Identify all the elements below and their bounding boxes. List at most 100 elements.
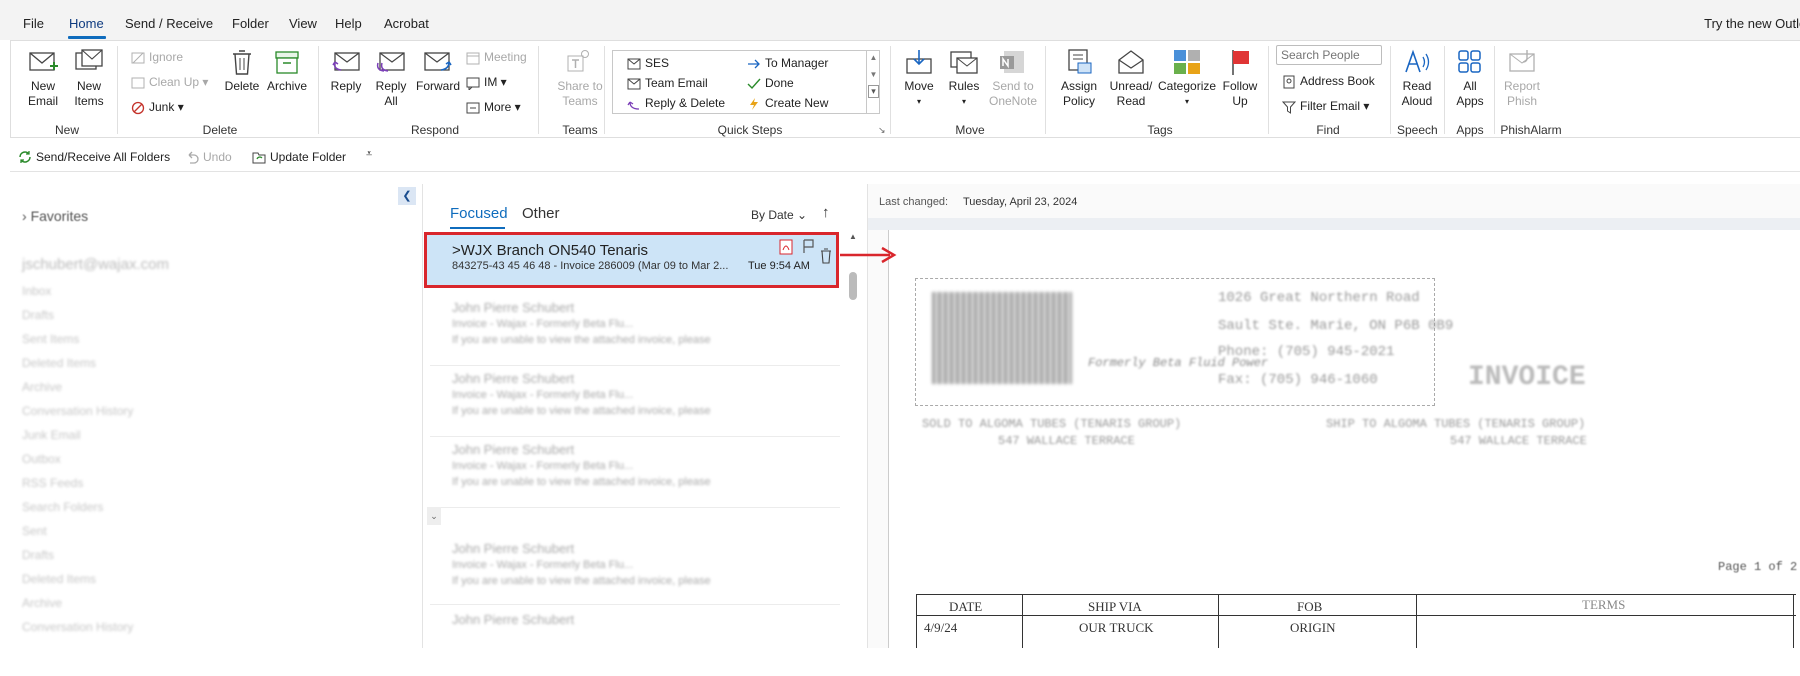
expand-gallery-icon[interactable]: ▾ bbox=[868, 85, 879, 98]
junk-label: Junk bbox=[149, 100, 175, 114]
search-people-input[interactable] bbox=[1276, 45, 1382, 65]
categorize-button[interactable]: Categorize ▾ bbox=[1158, 48, 1216, 109]
report-phish-button[interactable]: Report Phish bbox=[1500, 48, 1544, 109]
menu-home[interactable]: Home bbox=[69, 16, 104, 31]
delete-message-icon[interactable] bbox=[820, 248, 832, 269]
list-item[interactable]: John Pierre Schubert Invoice - Wajax - F… bbox=[430, 535, 840, 605]
chevron-down-icon: ▾ bbox=[916, 97, 921, 106]
send-receive-all-button[interactable]: Send/Receive All Folders bbox=[18, 150, 170, 164]
address-book-button[interactable]: Address Book bbox=[1282, 74, 1375, 89]
folder-item[interactable]: Drafts bbox=[22, 308, 54, 322]
account-header[interactable]: jschubert@wajax.com bbox=[22, 256, 169, 273]
share-to-teams-label: Share to Teams bbox=[557, 79, 603, 108]
update-folder-button[interactable]: Update Folder bbox=[252, 150, 346, 164]
list-item[interactable]: John Pierre Schubert Invoice - Wajax - F… bbox=[430, 438, 840, 508]
sort-by-date-dropdown[interactable]: By Date ⌄ bbox=[751, 208, 807, 222]
quick-step-reply-delete[interactable]: Reply & Delete bbox=[627, 96, 725, 110]
tab-focused[interactable]: Focused bbox=[450, 205, 508, 222]
folder-item[interactable]: Sent bbox=[22, 524, 47, 538]
scrollbar-thumb[interactable] bbox=[849, 272, 857, 300]
quick-step-ses[interactable]: SES bbox=[627, 56, 669, 70]
dialog-launcher-icon[interactable]: ↘ bbox=[878, 125, 886, 136]
table-cell-fob: ORIGIN bbox=[1290, 620, 1336, 635]
more-icon bbox=[466, 102, 480, 114]
quick-step-label: Done bbox=[765, 76, 794, 90]
reply-button[interactable]: Reply bbox=[326, 48, 366, 94]
quick-steps-scroll[interactable]: ▲ ▼ ▾ bbox=[866, 50, 880, 114]
im-button[interactable]: IM ▾ bbox=[466, 75, 507, 92]
group-label-quick-steps: Quick Steps bbox=[717, 123, 783, 137]
menu-send-receive[interactable]: Send / Receive bbox=[125, 16, 213, 31]
assign-policy-button[interactable]: Assign Policy bbox=[1052, 48, 1106, 109]
clean-up-button[interactable]: Clean Up ▾ bbox=[131, 75, 208, 90]
move-button[interactable]: Move ▾ bbox=[898, 48, 940, 109]
folder-item[interactable]: RSS Feeds bbox=[22, 476, 83, 490]
list-item[interactable]: John Pierre Schubert bbox=[430, 606, 840, 676]
invoice-fax: Fax: (705) 946-1060 bbox=[1218, 372, 1378, 388]
folder-item[interactable]: Search Folders bbox=[22, 500, 103, 514]
folder-item[interactable]: Drafts bbox=[22, 548, 54, 562]
rules-button[interactable]: Rules ▾ bbox=[944, 48, 984, 109]
archive-button[interactable]: Archive bbox=[265, 48, 309, 94]
filter-email-button[interactable]: Filter Email ▾ bbox=[1281, 99, 1369, 114]
invoice-ship-to: SHIP TO ALGOMA TUBES (TENARIS GROUP) bbox=[1326, 417, 1586, 431]
more-respond-button[interactable]: More ▾ bbox=[466, 100, 521, 115]
menu-folder[interactable]: Folder bbox=[232, 16, 269, 31]
folder-item[interactable]: Junk Email bbox=[22, 428, 81, 442]
new-items-button[interactable]: New Items bbox=[68, 48, 110, 109]
table-header-date: DATE bbox=[949, 599, 983, 614]
list-item[interactable]: John Pierre Schubert Invoice - Wajax - F… bbox=[430, 367, 840, 437]
follow-up-button[interactable]: Follow Up bbox=[1218, 48, 1262, 109]
share-to-teams-button[interactable]: Share to Teams bbox=[550, 48, 610, 109]
folder-item[interactable]: Deleted Items bbox=[22, 572, 96, 586]
sync-icon bbox=[19, 151, 31, 163]
menu-help[interactable]: Help bbox=[335, 16, 362, 31]
menu-acrobat[interactable]: Acrobat bbox=[384, 16, 429, 31]
unread-read-button[interactable]: Unread/ Read bbox=[1108, 48, 1154, 109]
message-sender: John Pierre Schubert bbox=[452, 300, 575, 315]
ignore-button[interactable]: Ignore bbox=[131, 50, 183, 65]
collapse-folder-pane-icon[interactable]: ❮ bbox=[398, 187, 416, 205]
folder-item[interactable]: Inbox bbox=[22, 284, 51, 298]
group-separator bbox=[318, 46, 319, 134]
tab-other[interactable]: Other bbox=[522, 205, 560, 222]
menu-file[interactable]: File bbox=[23, 16, 44, 31]
send-to-onenote-button[interactable]: Send to OneNote bbox=[986, 48, 1040, 109]
try-new-outlook-toggle[interactable]: Try the new Outlook bbox=[1704, 16, 1800, 31]
folder-item[interactable]: Conversation History bbox=[22, 404, 133, 418]
favorites-header[interactable]: › Favorites bbox=[22, 208, 88, 224]
folder-item[interactable]: Sent Items bbox=[22, 332, 79, 346]
scroll-down-icon[interactable]: ▼ bbox=[867, 70, 880, 79]
delete-button[interactable]: Delete bbox=[222, 48, 262, 94]
message-preview: If you are unable to view the attached i… bbox=[452, 575, 711, 587]
meeting-button[interactable]: Meeting bbox=[466, 50, 527, 65]
folder-item[interactable]: Outbox bbox=[22, 452, 61, 466]
read-aloud-button[interactable]: Read Aloud bbox=[1396, 48, 1438, 109]
quick-step-create-new[interactable]: Create New bbox=[747, 96, 828, 110]
annotation-arrow-icon bbox=[840, 246, 897, 264]
new-items-icon bbox=[75, 49, 103, 70]
quick-step-done[interactable]: Done bbox=[747, 76, 794, 90]
scroll-up-icon[interactable]: ▲ bbox=[867, 53, 880, 62]
new-email-button[interactable]: New Email bbox=[24, 48, 62, 109]
flag-icon[interactable] bbox=[801, 238, 815, 259]
undo-button[interactable]: Undo bbox=[185, 150, 232, 164]
folder-item[interactable]: Archive bbox=[22, 596, 62, 610]
folder-item[interactable]: Archive bbox=[22, 380, 62, 394]
folder-item[interactable]: Conversation History bbox=[22, 620, 133, 634]
quick-step-to-manager[interactable]: To Manager bbox=[747, 56, 828, 70]
reply-all-button[interactable]: Reply All bbox=[370, 48, 412, 109]
list-item[interactable]: John Pierre Schubert Invoice - Wajax - F… bbox=[430, 296, 840, 366]
expand-group-icon[interactable]: ⌄ bbox=[427, 507, 441, 525]
sort-direction-arrow-icon[interactable]: ↑ bbox=[822, 204, 830, 221]
group-separator bbox=[538, 46, 539, 134]
customize-qat-icon[interactable]: ⩡ bbox=[366, 148, 372, 161]
forward-button[interactable]: Forward bbox=[414, 48, 462, 94]
reply-delete-icon bbox=[627, 101, 640, 110]
quick-step-team-email[interactable]: Team Email bbox=[627, 76, 708, 90]
folder-item[interactable]: Deleted Items bbox=[22, 356, 96, 370]
menu-view[interactable]: View bbox=[289, 16, 317, 31]
scroll-up-icon[interactable]: ▲ bbox=[844, 232, 862, 241]
junk-button[interactable]: Junk ▾ bbox=[131, 100, 184, 115]
all-apps-button[interactable]: All Apps bbox=[1452, 48, 1488, 109]
